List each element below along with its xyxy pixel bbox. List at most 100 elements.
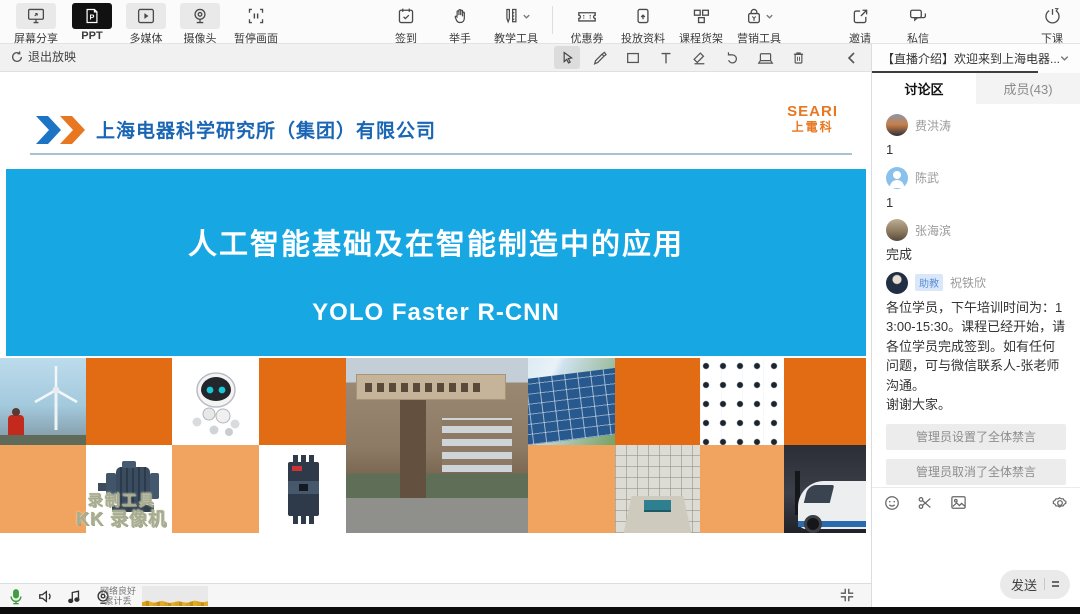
screen-share-button[interactable]: 屏幕分享: [14, 0, 58, 46]
pen-tool[interactable]: [587, 46, 613, 69]
raise-hand-button[interactable]: 举手: [440, 0, 480, 46]
image-icon[interactable]: [950, 495, 967, 510]
chat-sidebar: 【直播介绍】欢迎来到上海电器... 讨论区 成员(43) 费洪涛 1 陈武 1 …: [872, 44, 1080, 607]
hand-icon: [450, 7, 470, 25]
end-class-button[interactable]: 下课: [1032, 0, 1072, 46]
invite-button[interactable]: 邀请: [840, 0, 880, 46]
end-class-tile: [1032, 3, 1072, 29]
collage-col-2: [86, 358, 172, 533]
microphone-icon[interactable]: [8, 588, 24, 605]
scissors-screenshot-icon[interactable]: [917, 495, 933, 511]
text-tool[interactable]: [653, 46, 679, 69]
select-cursor-tool[interactable]: [554, 46, 580, 69]
materials-tile: [623, 3, 663, 29]
direct-message-button[interactable]: 私信: [898, 0, 938, 46]
ppt-tile: P: [72, 3, 112, 29]
motor-graphic: [92, 459, 166, 519]
screen-share-icon: [26, 7, 46, 25]
calendar-check-icon: [396, 7, 416, 25]
laptop-icon: [757, 50, 774, 66]
avatar: [886, 167, 908, 189]
direct-message-tile: [898, 3, 938, 29]
rectangle-tool[interactable]: [620, 46, 646, 69]
emoji-icon[interactable]: [884, 495, 900, 511]
title-banner: 人工智能基础及在智能制造中的应用 YOLO Faster R-CNN: [6, 169, 866, 356]
materials-button[interactable]: 投放资料: [621, 0, 665, 46]
worker-figure: [8, 415, 24, 437]
orange-tile: [784, 358, 866, 445]
multimedia-button[interactable]: 多媒体: [126, 0, 166, 46]
ppt-button[interactable]: P PPT: [72, 0, 112, 42]
send-button[interactable]: 发送: [1000, 570, 1070, 599]
slide-title: 人工智能基础及在智能制造中的应用: [6, 169, 866, 263]
pause-screen-button[interactable]: 暂停画面: [234, 0, 278, 46]
undo-tool[interactable]: [719, 46, 745, 69]
tab-members[interactable]: 成员(43): [976, 73, 1080, 104]
screen-share-tile: [16, 3, 56, 29]
toolbar-group-center: 签到 举手 教学工具 优惠券 投放资料: [386, 0, 781, 44]
collage-col-1: [0, 358, 86, 533]
chat-message: 张海滨 完成: [886, 219, 1066, 265]
bag-icon: [745, 7, 763, 25]
institute-building-photo: [346, 358, 528, 533]
car-wheel: [804, 515, 822, 533]
chevron-left-icon: [846, 51, 858, 65]
clear-trash-tool[interactable]: [785, 46, 811, 69]
building-windows: [442, 418, 512, 472]
whiteboard-tool[interactable]: [752, 46, 778, 69]
test-chamber-photo: [615, 445, 700, 533]
slide-subtitle: YOLO Faster R-CNN: [6, 299, 866, 327]
exit-fullscreen-button[interactable]: [839, 587, 855, 603]
eraser-icon: [691, 50, 707, 66]
teaching-tools-button[interactable]: 教学工具: [494, 0, 538, 46]
chevron-down-icon: [1059, 53, 1070, 64]
shelf-grid-icon: [691, 7, 711, 25]
prev-slide-button[interactable]: [839, 46, 865, 69]
window-bottom-edge: [0, 607, 1080, 614]
settings-gear-icon[interactable]: [1052, 495, 1068, 511]
robot-graphic: [179, 364, 253, 440]
live-intro-title: 【直播介绍】欢迎来到上海电器...: [882, 50, 1059, 67]
electrical-cabinet-photo: [700, 358, 784, 445]
electric-motor-photo: [86, 445, 172, 533]
chat-message: 助教祝铁欣 各位学员，下午培训时间为：13:00-15:30。课程已经开始，请各…: [886, 272, 1066, 415]
system-message: 管理员取消了全体禁言: [886, 459, 1066, 485]
send-divider: [1044, 578, 1045, 590]
message-list[interactable]: 费洪涛 1 陈武 1 张海滨 完成 助教祝铁欣 各位学员，下午培训时间为：13:…: [872, 104, 1080, 487]
message-input[interactable]: [872, 517, 1080, 569]
electric-car-photo: [784, 445, 866, 533]
live-intro-header[interactable]: 【直播介绍】欢迎来到上海电器...: [872, 44, 1080, 73]
exit-loop-icon: [10, 50, 24, 64]
breaker-graphic: [273, 451, 333, 527]
course-shelf-button[interactable]: 课程货架: [679, 0, 723, 46]
chat-message: 陈武 1: [886, 167, 1066, 213]
eraser-tool[interactable]: [686, 46, 712, 69]
exit-presentation-button[interactable]: 退出放映: [10, 48, 76, 65]
tab-discussion[interactable]: 讨论区: [872, 73, 976, 104]
sender-name: 祝铁欣: [950, 274, 986, 291]
undo-icon: [724, 50, 740, 66]
seari-logo-text: SEARI: [787, 104, 838, 119]
cursor-icon: [560, 50, 575, 65]
exit-presentation-label: 退出放映: [28, 48, 76, 65]
chevron-down-icon: [522, 12, 531, 21]
toolbar-group-right: 邀请 私信: [840, 0, 938, 44]
collapse-icon: [839, 587, 855, 603]
sidebar-tabs: 讨论区 成员(43): [872, 73, 1080, 104]
message-text: 1: [886, 193, 1066, 213]
speaker-icon[interactable]: [37, 589, 54, 604]
coupon-tile: [567, 3, 607, 29]
marketing-tools-button[interactable]: 营销工具: [737, 0, 781, 46]
webcam-icon: [190, 7, 210, 25]
avatar: [886, 219, 908, 241]
solar-panel-grid: [528, 368, 615, 445]
text-icon: [658, 50, 674, 66]
pen-ruler-icon: [502, 7, 520, 25]
music-note-icon[interactable]: [67, 589, 82, 604]
share-out-icon: [851, 7, 870, 25]
send-row: 发送: [872, 569, 1080, 607]
message-text: 各位学员，下午培训时间为：13:00-15:30。课程已经开始，请各位学员完成签…: [886, 298, 1066, 415]
sign-in-button[interactable]: 签到: [386, 0, 426, 46]
coupon-button[interactable]: 优惠券: [567, 0, 607, 46]
camera-button[interactable]: 摄像头: [180, 0, 220, 46]
